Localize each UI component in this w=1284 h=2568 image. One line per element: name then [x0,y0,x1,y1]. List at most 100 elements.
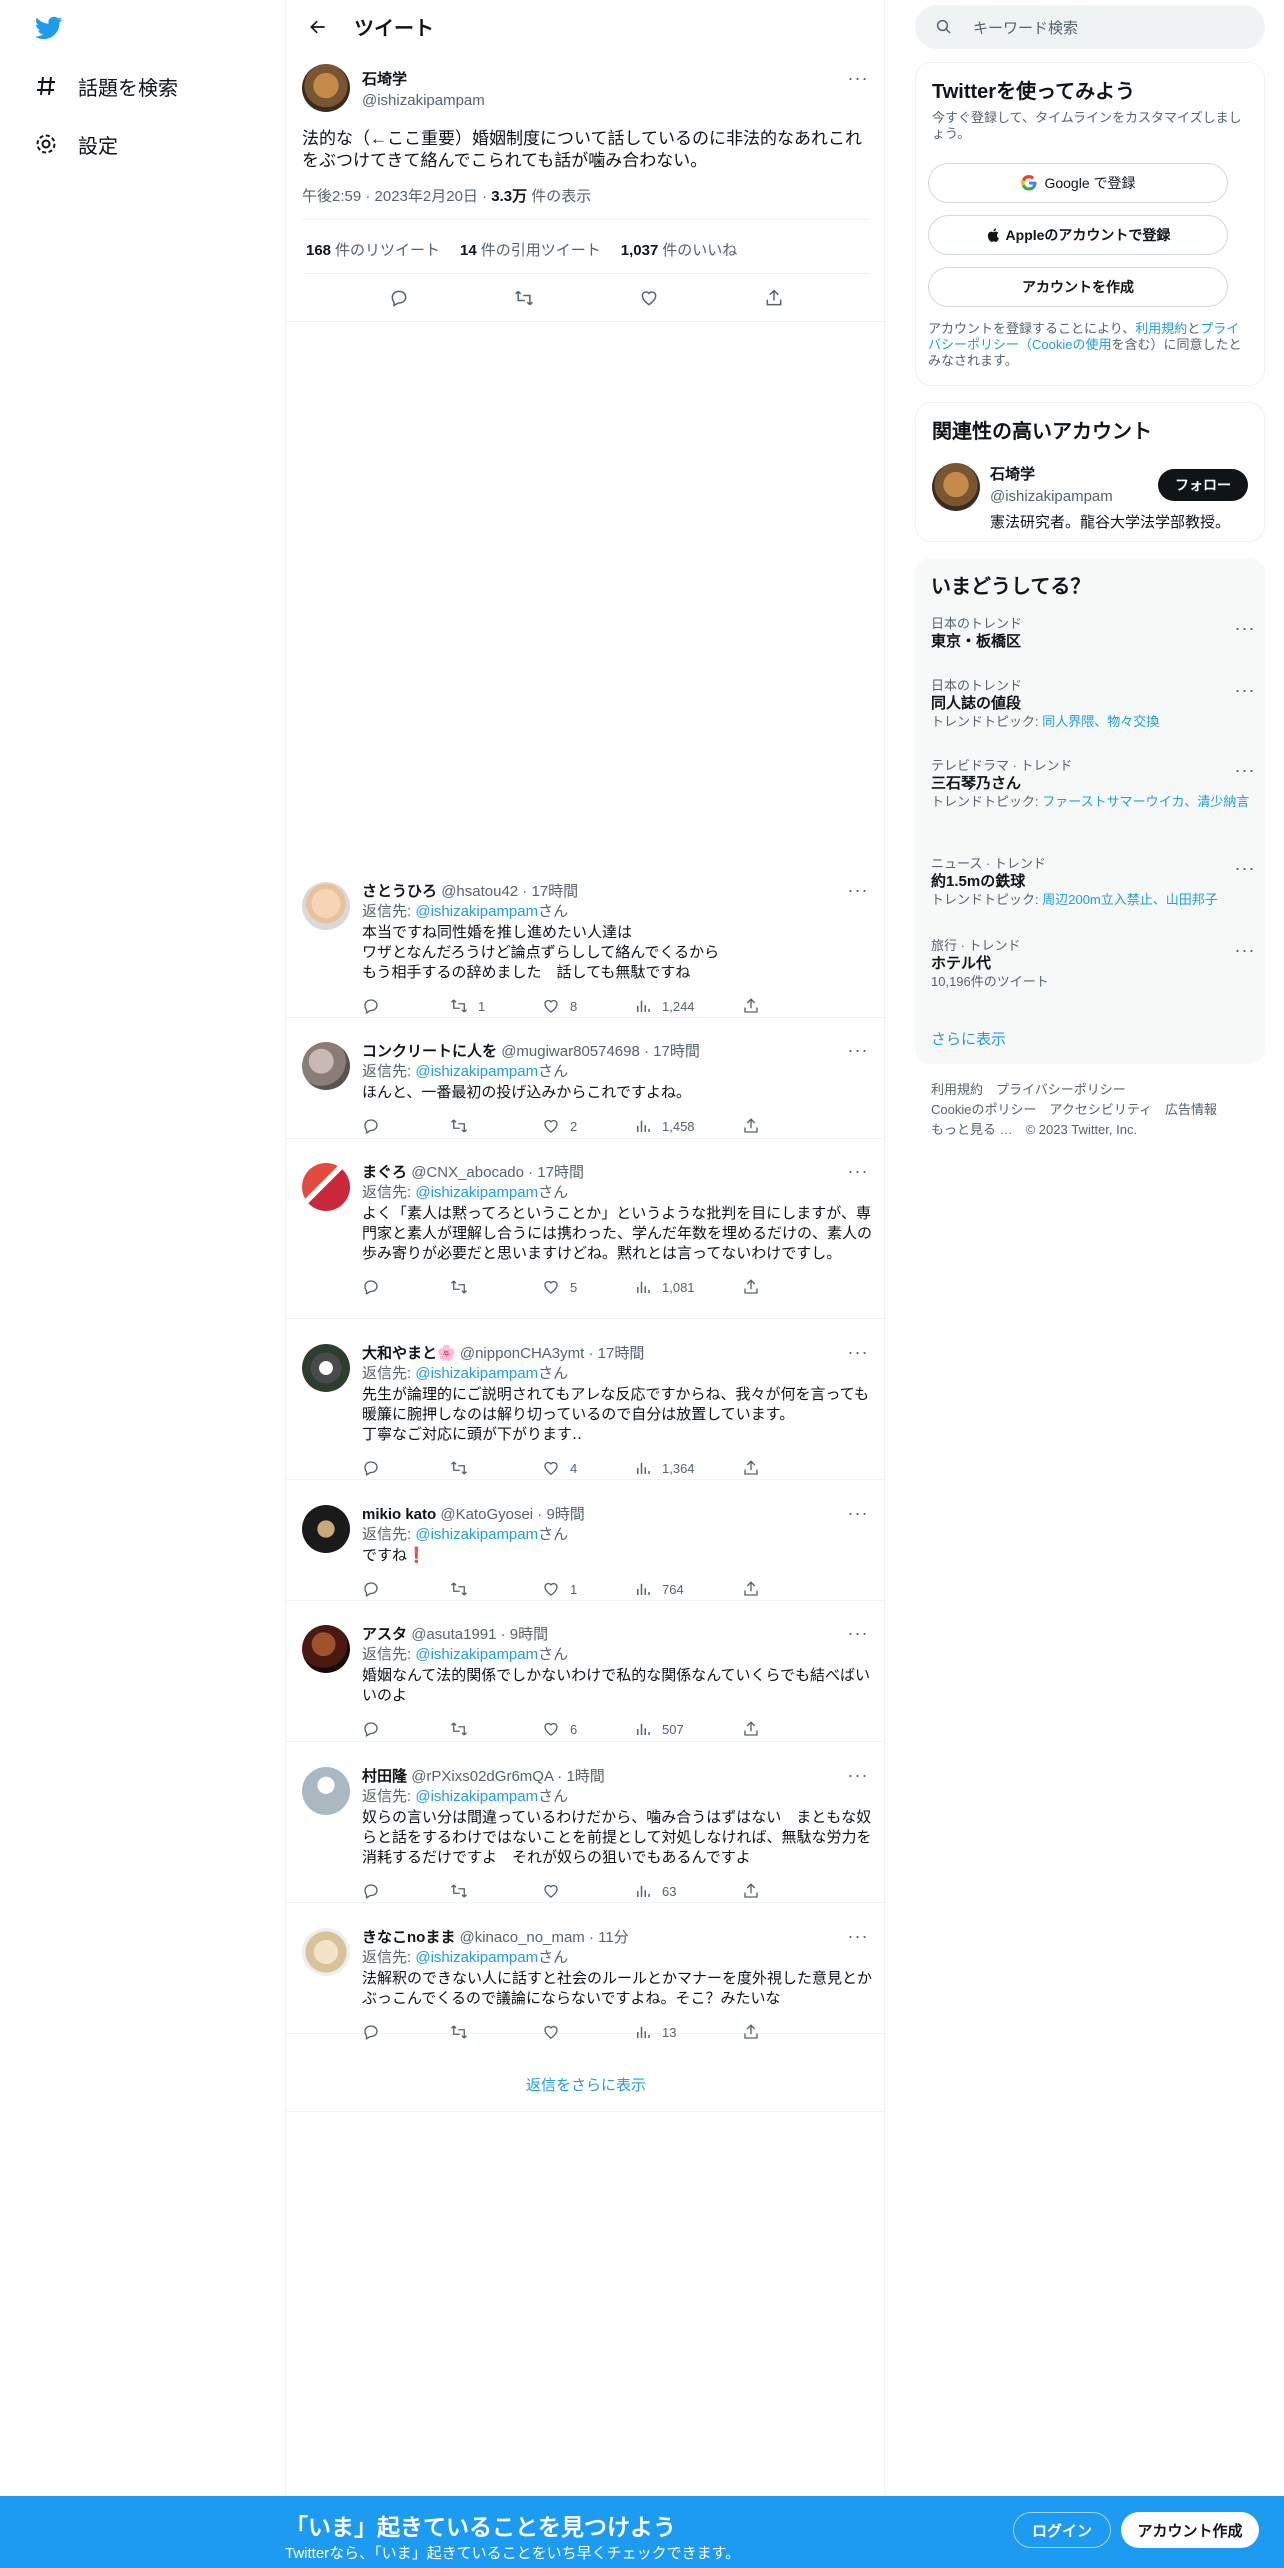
retweet-button[interactable] [450,1882,542,1900]
avatar[interactable] [302,1928,350,1976]
more-options-icon[interactable]: ··· [846,1161,870,1181]
reply-author-name[interactable]: コンクリートに人を [362,1043,497,1060]
signup-button[interactable]: アカウント作成 [1121,2512,1259,2548]
like-button[interactable]: 5 [542,1278,634,1296]
replying-handle-link[interactable]: @ishizakipampam [415,1063,538,1080]
replying-handle-link[interactable]: @ishizakipampam [415,903,538,920]
retweet-button[interactable] [450,1117,542,1135]
reply-author-meta[interactable]: @mugiwar80574698 · 17時間 [501,1043,700,1060]
reply-button[interactable] [379,282,419,314]
reply-tweet[interactable]: さとうひろ @hsatou42 · 17時間 返信先: @ishizakipam… [286,866,886,1018]
replying-handle-link[interactable]: @ishizakipampam [415,1184,538,1201]
nav-settings[interactable]: 設定 [34,124,118,164]
replying-handle-link[interactable]: @ishizakipampam [415,1365,538,1382]
reply-author-name[interactable]: アスタ [362,1626,407,1643]
views-button[interactable]: 1,244 [634,997,742,1015]
reply-button[interactable] [362,1882,450,1900]
retweet-button[interactable] [450,2023,542,2041]
replying-handle-link[interactable]: @ishizakipampam [415,1788,538,1805]
reply-author-meta[interactable]: @asuta1991 · 9時間 [411,1626,548,1643]
terms-link[interactable]: 利用規約 [1135,321,1187,336]
more-options-icon[interactable]: ··· [846,1926,870,1946]
share-button[interactable] [742,1459,760,1477]
like-button[interactable]: 2 [542,1117,634,1135]
more-options-icon[interactable]: ··· [846,1503,870,1523]
views-button[interactable]: 507 [634,1720,742,1738]
avatar[interactable] [302,1344,350,1392]
more-options-icon[interactable]: ··· [846,68,870,88]
more-options-icon[interactable]: ··· [846,1040,870,1060]
share-button[interactable] [742,1117,760,1135]
more-options-icon[interactable]: ··· [846,880,870,900]
share-button[interactable] [742,1720,760,1738]
trend-topic-link[interactable]: 周辺200m立入禁止、山田邦子 [1042,892,1218,907]
apple-signup-button[interactable]: Appleのアカウントで登録 [928,215,1228,255]
twitter-bird-icon[interactable] [34,14,64,42]
views-button[interactable]: 1,081 [634,1278,742,1296]
back-button[interactable] [302,11,334,43]
more-options-icon[interactable]: ··· [1233,618,1257,638]
avatar[interactable] [302,1505,350,1553]
follow-button[interactable]: フォロー [1158,469,1248,501]
like-button[interactable] [542,1882,634,1900]
tweet-time[interactable]: 午後2:59 · 2023年2月20日 · [302,188,491,205]
tweet-author[interactable]: 石埼学 @ishizakipampam [362,68,485,109]
reply-button[interactable] [362,1459,450,1477]
reply-author-name[interactable]: さとうひろ [362,883,437,900]
share-button[interactable] [742,997,760,1015]
trend-item[interactable]: 日本のトレンド 東京・板橋区 ··· [931,616,1254,652]
reply-button[interactable] [362,2023,450,2041]
more-options-icon[interactable]: ··· [846,1342,870,1362]
views-button[interactable]: 1,364 [634,1459,742,1477]
reply-button[interactable] [362,1720,450,1738]
reply-author-name[interactable]: きなこnoまま [362,1929,455,1946]
more-options-icon[interactable]: ··· [1233,858,1257,878]
more-options-icon[interactable]: ··· [1233,760,1257,780]
trend-item[interactable]: ニュース · トレンド 約1.5mの鉄球 トレンドトピック: 周辺200m立入禁… [931,856,1254,908]
reply-tweet[interactable]: 村田隆 @rPXixs02dGr6mQA · 1時間 返信先: @ishizak… [286,1751,886,1903]
retweet-button[interactable] [450,1720,542,1738]
trends-show-more-link[interactable]: さらに表示 [931,1028,1006,1049]
replying-handle-link[interactable]: @ishizakipampam [415,1949,538,1966]
reply-author-meta[interactable]: @nipponCHA3ymt · 17時間 [460,1345,644,1362]
reply-author-meta[interactable]: @kinaco_no_mam · 11分 [460,1929,629,1946]
share-button[interactable] [754,282,794,314]
show-more-replies-link[interactable]: 返信をさらに表示 [286,2060,886,2112]
replying-handle-link[interactable]: @ishizakipampam [415,1646,538,1663]
like-button[interactable] [542,2023,634,2041]
reply-author-name[interactable]: まぐろ [362,1164,407,1181]
reply-tweet[interactable]: まぐろ @CNX_abocado · 17時間 返信先: @ishizakipa… [286,1147,886,1319]
reply-author-name[interactable]: 大和やまと🌸 [362,1345,456,1362]
reply-author-meta[interactable]: @hsatou42 · 17時間 [441,883,578,900]
avatar[interactable] [302,1767,350,1815]
trend-topic-link[interactable]: 同人界隈、物々交換 [1042,714,1159,729]
like-button[interactable] [629,282,669,314]
retweet-button[interactable] [450,1278,542,1296]
reply-tweet[interactable]: アスタ @asuta1991 · 9時間 返信先: @ishizakipampa… [286,1609,886,1742]
reply-tweet[interactable]: 大和やまと🌸 @nipponCHA3ymt · 17時間 返信先: @ishiz… [286,1328,886,1480]
more-options-icon[interactable]: ··· [1233,680,1257,700]
reply-button[interactable] [362,1117,450,1135]
reply-author-meta[interactable]: @rPXixs02dGr6mQA · 1時間 [411,1768,605,1785]
retweet-button[interactable] [450,1459,542,1477]
likes-stat[interactable]: 1,037 件のいいね [621,239,738,260]
like-button[interactable]: 6 [542,1720,634,1738]
avatar[interactable] [932,463,980,511]
more-options-icon[interactable]: ··· [1233,940,1257,960]
reply-author-name[interactable]: 村田隆 [362,1768,407,1785]
footer-line-1[interactable]: 利用規約 プライバシーポリシー [931,1080,1217,1100]
avatar[interactable] [302,1625,350,1673]
retweet-button[interactable]: 1 [450,997,542,1015]
trend-item[interactable]: 日本のトレンド 同人誌の値段 トレンドトピック: 同人界隈、物々交換 ··· [931,678,1254,730]
reply-author-meta[interactable]: @CNX_abocado · 17時間 [411,1164,584,1181]
like-button[interactable]: 4 [542,1459,634,1477]
quotes-stat[interactable]: 14 件の引用ツイート [460,239,601,260]
reply-tweet[interactable]: きなこnoまま @kinaco_no_mam · 11分 返信先: @ishiz… [286,1912,886,2040]
views-button[interactable]: 764 [634,1580,742,1598]
reply-author-meta[interactable]: @KatoGyosei · 9時間 [440,1506,584,1523]
reply-tweet[interactable]: コンクリートに人を @mugiwar80574698 · 17時間 返信先: @… [286,1026,886,1139]
views-button[interactable]: 63 [634,1882,742,1900]
views-button[interactable]: 13 [634,2023,742,2041]
avatar[interactable] [302,64,350,112]
retweets-stat[interactable]: 168 件のリツイート [306,239,440,260]
